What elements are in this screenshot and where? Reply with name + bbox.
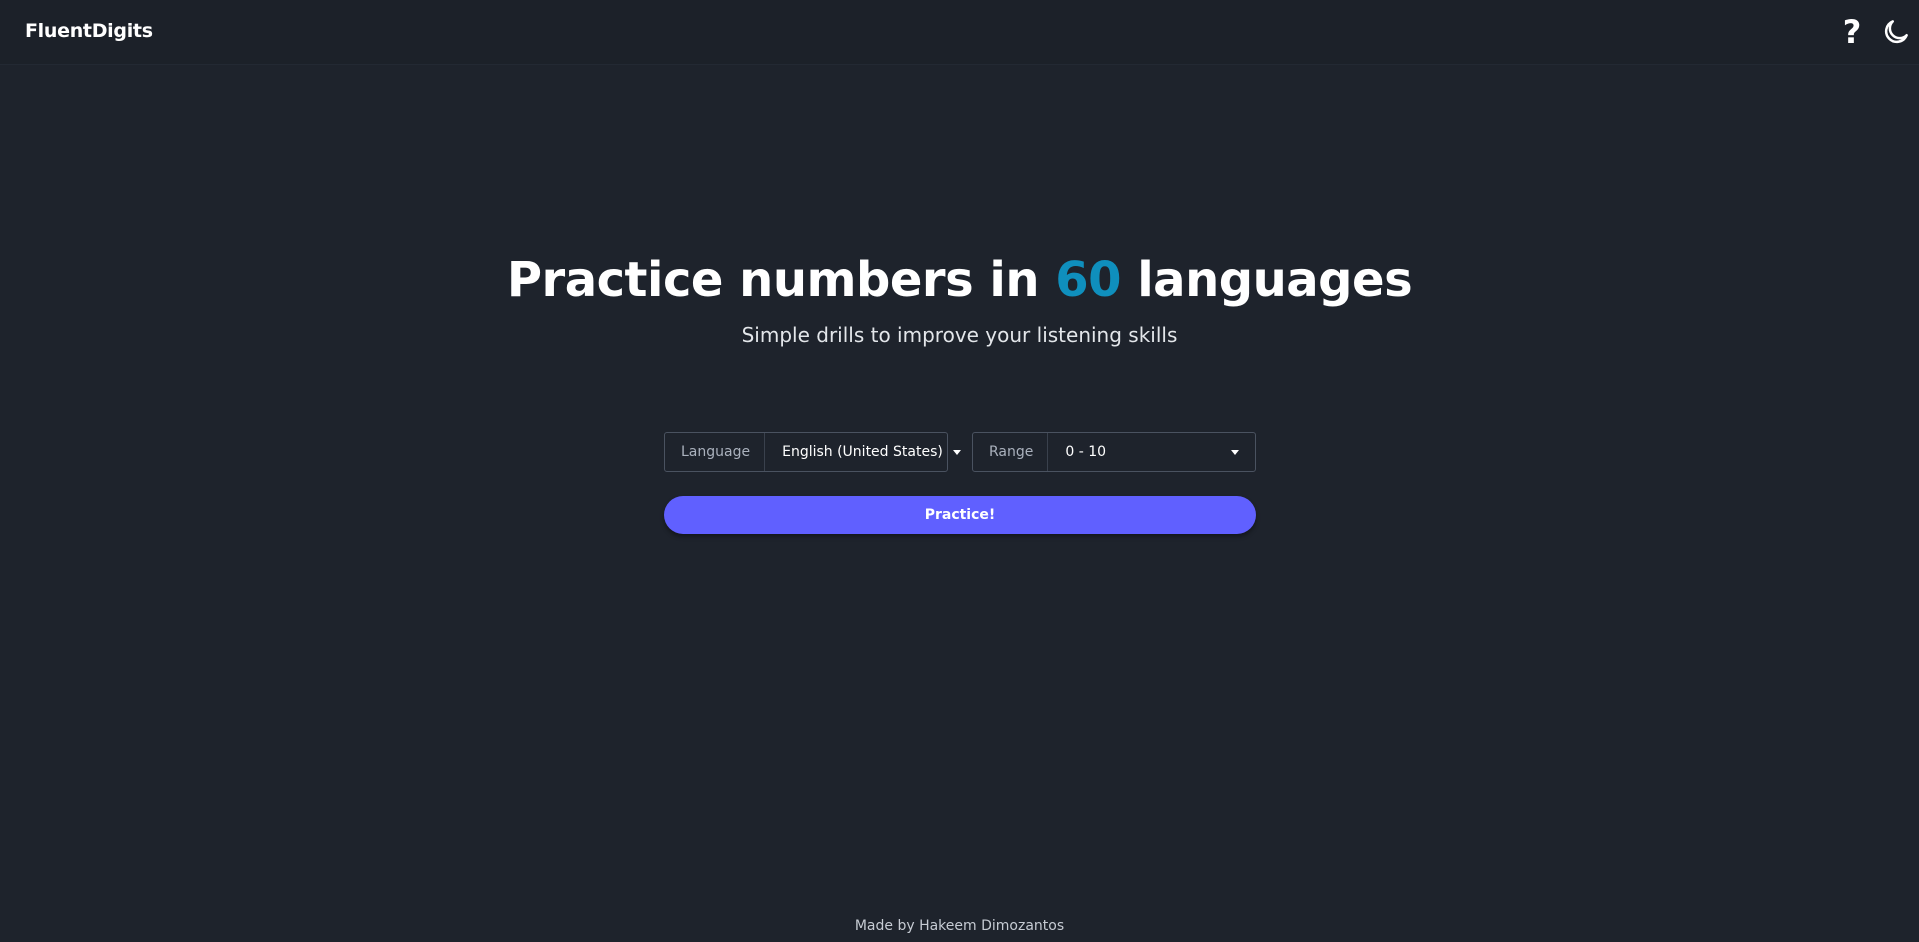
moon-icon <box>1884 20 1908 44</box>
language-select[interactable]: Language English (United States) <box>664 432 961 472</box>
brand-logo[interactable]: FluentDigits <box>25 20 153 42</box>
top-navbar: FluentDigits ? <box>0 0 1919 65</box>
title-suffix: languages <box>1121 252 1413 308</box>
question-mark-icon: ? <box>1842 13 1862 51</box>
title-prefix: Practice numbers in <box>506 252 1056 308</box>
language-label: Language <box>665 433 766 471</box>
theme-toggle-button[interactable] <box>1878 14 1914 50</box>
footer-credit: Made by Hakeem Dimozantos <box>854 918 1065 934</box>
range-select[interactable]: Range 0 - 10 <box>972 432 1256 472</box>
chevron-down-icon <box>952 449 961 455</box>
practice-button[interactable]: Practice! <box>664 496 1256 534</box>
range-value: 0 - 10 <box>1065 444 1107 460</box>
language-value: English (United States) <box>782 444 943 460</box>
help-button[interactable]: ? <box>1834 14 1870 50</box>
chevron-down-icon <box>1231 449 1239 455</box>
page-subtitle: Simple drills to improve your listening … <box>741 323 1178 347</box>
range-label: Range <box>973 433 1049 471</box>
language-count: 60 <box>1055 252 1122 308</box>
hero-section: Practice numbers in 60 languages Simple … <box>0 248 1919 348</box>
page-title: Practice numbers in 60 languages <box>0 248 1919 312</box>
